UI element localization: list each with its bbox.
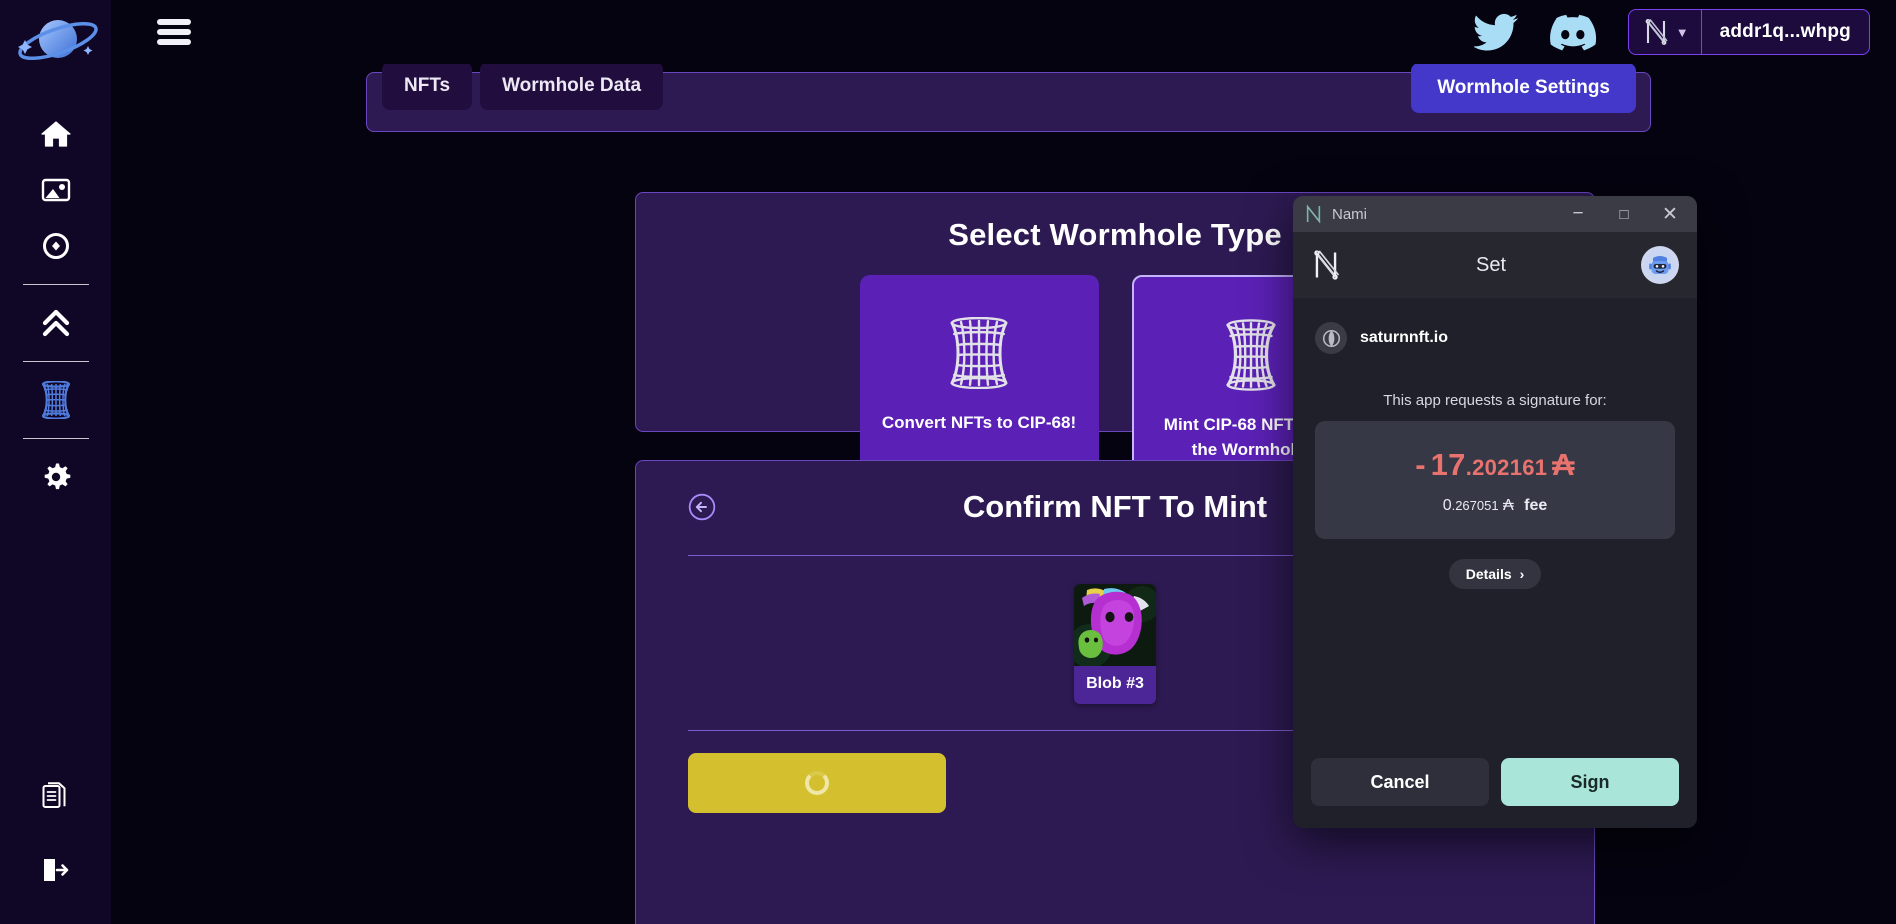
back-button[interactable] bbox=[688, 493, 716, 526]
home-icon bbox=[40, 121, 71, 147]
sign-button[interactable]: Sign bbox=[1501, 758, 1679, 806]
discord-logo-icon bbox=[1549, 14, 1596, 51]
avatar[interactable] bbox=[1641, 246, 1679, 284]
wormhole-wide-icon bbox=[1226, 319, 1276, 391]
nami-wallet-dialog: Nami − □ ✕ Set saturnnft.io This app req… bbox=[1293, 196, 1697, 828]
loading-spinner-icon bbox=[805, 771, 829, 795]
sidebar-item-mint[interactable] bbox=[20, 218, 92, 274]
gallery-image-icon bbox=[41, 178, 70, 202]
topbar-actions: ▼ addr1q...whpg bbox=[1473, 9, 1896, 55]
sidebar bbox=[0, 0, 111, 924]
sidebar-divider bbox=[22, 284, 89, 285]
back-arrow-circle-icon bbox=[688, 493, 716, 521]
signature-request-label: This app requests a signature for: bbox=[1383, 392, 1607, 409]
nami-logo-icon bbox=[1314, 250, 1340, 280]
fee-decimal: .267051 bbox=[1451, 498, 1499, 513]
tab-nfts[interactable]: NFTs bbox=[382, 64, 473, 110]
wormhole-narrow-icon bbox=[950, 317, 1008, 389]
nami-header: Set bbox=[1293, 232, 1697, 298]
globe-icon bbox=[1315, 322, 1347, 354]
coin-target-icon bbox=[42, 233, 69, 259]
double-chevron-up-icon bbox=[42, 309, 69, 337]
sidebar-divider bbox=[22, 361, 89, 362]
nami-logo-icon bbox=[1306, 204, 1321, 224]
gear-icon bbox=[44, 463, 70, 490]
tab-list: NFTs Wormhole Data bbox=[382, 64, 664, 110]
maximize-icon[interactable]: □ bbox=[1601, 196, 1647, 232]
wallet-address[interactable]: addr1q...whpg bbox=[1702, 21, 1869, 43]
globe-glyph bbox=[1322, 329, 1340, 347]
transaction-fee: 0.267051 ₳ fee bbox=[1315, 497, 1675, 515]
wallet-selector[interactable]: ▼ addr1q...whpg bbox=[1627, 9, 1870, 55]
twitter-bird-icon bbox=[1473, 13, 1518, 51]
ada-symbol-icon: ₳ bbox=[1552, 447, 1575, 482]
transaction-amount: - 17.202161 ₳ bbox=[1315, 447, 1675, 483]
minimize-icon[interactable]: − bbox=[1555, 196, 1601, 232]
amount-integer: 17 bbox=[1430, 447, 1466, 482]
topbar: ▼ addr1q...whpg bbox=[111, 0, 1896, 64]
discord-link[interactable] bbox=[1549, 13, 1598, 51]
app-logo[interactable] bbox=[6, 8, 106, 78]
chevron-down-icon: ▼ bbox=[1675, 24, 1689, 40]
nami-window-title: Nami bbox=[1332, 205, 1368, 223]
tab-wormhole-data[interactable]: Wormhole Data bbox=[480, 64, 664, 110]
logout-icon bbox=[43, 859, 68, 881]
wormhole-icon bbox=[41, 381, 70, 419]
documents-icon bbox=[42, 782, 65, 808]
amount-box: - 17.202161 ₳ 0.267051 ₳ fee bbox=[1315, 421, 1675, 539]
cancel-button[interactable]: Cancel bbox=[1311, 758, 1489, 806]
tabbar-panel: NFTs Wormhole Data Wormhole Settings bbox=[366, 64, 1651, 132]
origin-row: saturnnft.io bbox=[1315, 322, 1675, 354]
fee-ada-symbol-icon: ₳ bbox=[1503, 497, 1514, 514]
nami-wallet-name: Set bbox=[1475, 253, 1507, 276]
origin-name: saturnnft.io bbox=[1360, 329, 1448, 346]
fee-label: fee bbox=[1524, 497, 1548, 514]
saturn-planet-logo-icon bbox=[17, 20, 98, 61]
twitter-link[interactable] bbox=[1473, 12, 1520, 52]
sidebar-item-settings[interactable] bbox=[20, 449, 92, 505]
sidebar-divider bbox=[22, 438, 89, 439]
details-button[interactable]: Details › bbox=[1449, 559, 1541, 589]
wormhole-settings-button[interactable]: Wormhole Settings bbox=[1411, 64, 1636, 113]
amount-decimal: .202161 bbox=[1465, 455, 1548, 480]
nami-body: saturnnft.io This app requests a signatu… bbox=[1293, 298, 1697, 758]
details-label: Details bbox=[1465, 566, 1512, 582]
nft-name: Blob #3 bbox=[1086, 675, 1144, 692]
amount-sign: - bbox=[1415, 447, 1426, 482]
fee-integer: 0 bbox=[1442, 497, 1452, 514]
wormhole-type-label: Convert NFTs to CIP-68! bbox=[881, 413, 1077, 432]
sidebar-item-home[interactable] bbox=[20, 106, 92, 162]
nft-thumbnail bbox=[1074, 584, 1156, 666]
sidebar-item-logout[interactable] bbox=[20, 842, 92, 898]
chevron-right-icon: › bbox=[1519, 566, 1525, 582]
sidebar-item-gallery[interactable] bbox=[20, 162, 92, 218]
nft-card[interactable]: Blob #3 bbox=[1074, 584, 1156, 704]
nami-footer: Cancel Sign bbox=[1293, 758, 1697, 828]
nami-titlebar: Nami − □ ✕ bbox=[1293, 196, 1697, 232]
sidebar-nav bbox=[0, 106, 111, 505]
nami-wallet-icon bbox=[1645, 19, 1668, 45]
window-controls: − □ ✕ bbox=[1555, 196, 1693, 232]
sidebar-item-upgrade[interactable] bbox=[20, 295, 92, 351]
close-icon[interactable]: ✕ bbox=[1647, 196, 1693, 232]
sidebar-item-docs[interactable] bbox=[20, 768, 92, 824]
wallet-provider[interactable]: ▼ bbox=[1629, 10, 1702, 54]
robot-avatar-icon bbox=[1645, 250, 1675, 280]
sidebar-item-wormhole[interactable] bbox=[20, 372, 92, 428]
mint-button[interactable] bbox=[688, 753, 946, 813]
hamburger-menu-icon[interactable] bbox=[157, 19, 191, 45]
sidebar-bottom-nav bbox=[0, 768, 111, 898]
